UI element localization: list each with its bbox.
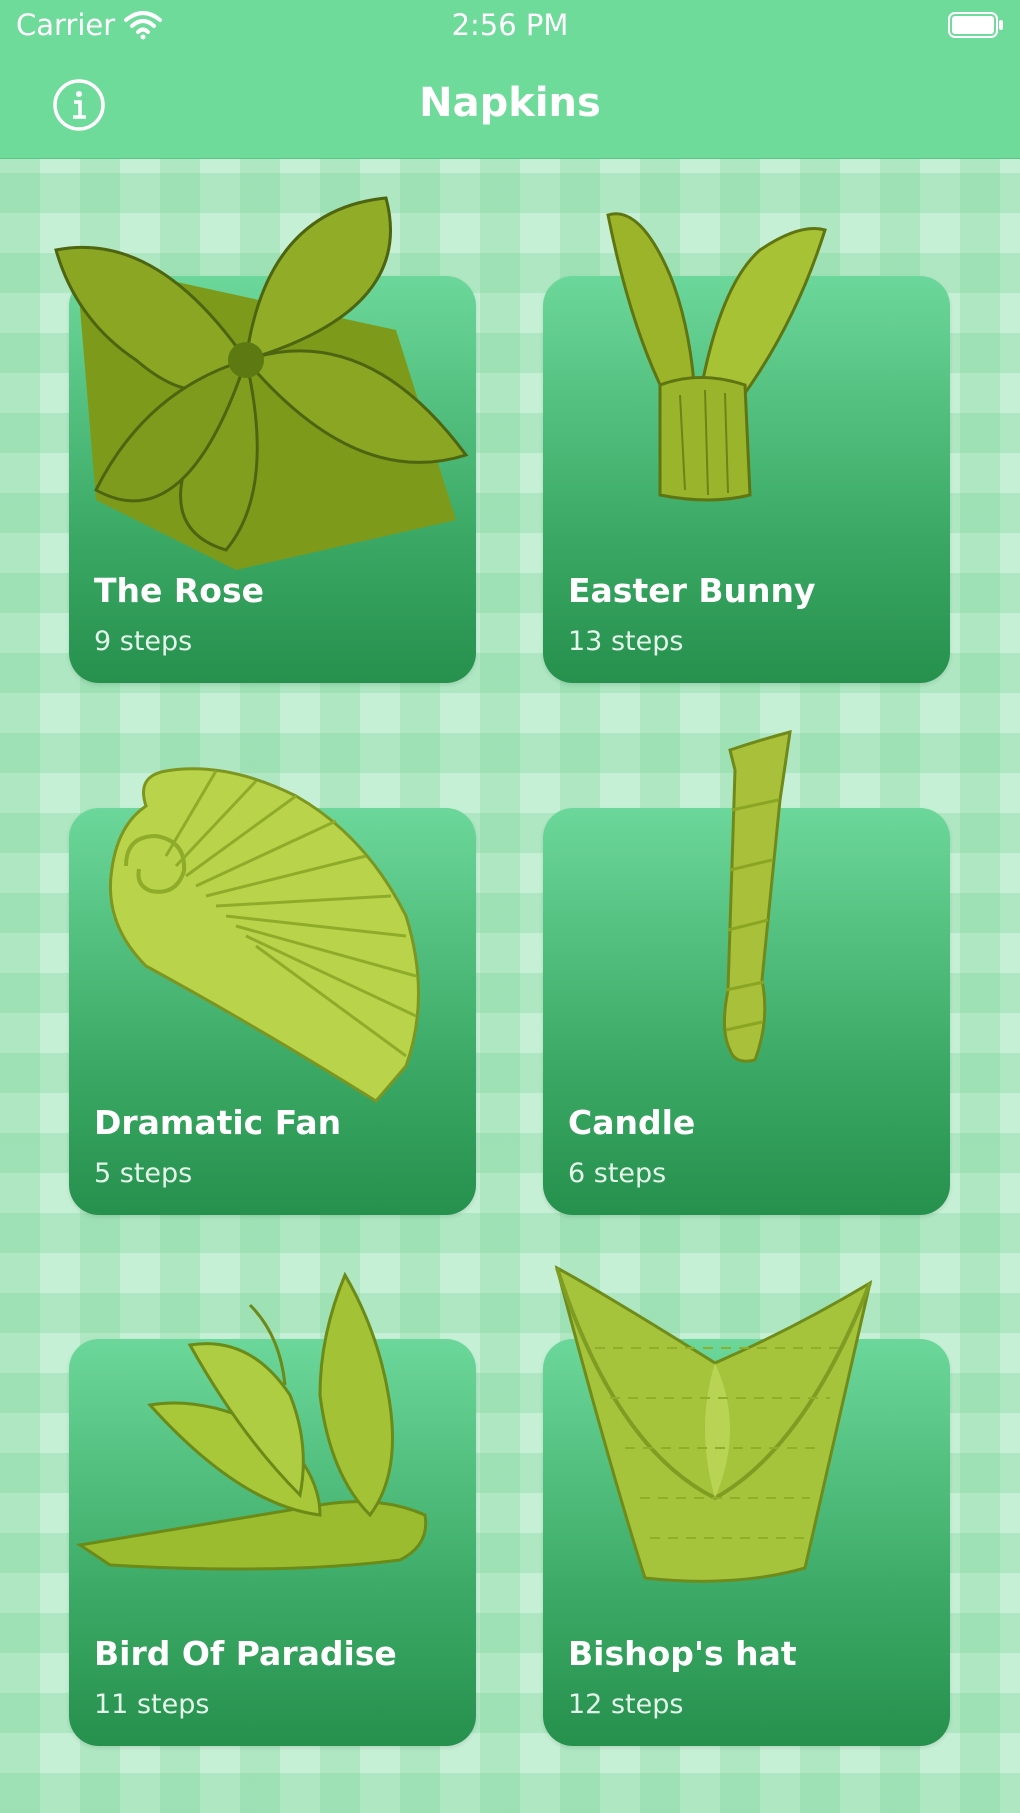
napkin-steps: 9 steps (94, 626, 193, 657)
napkin-steps: 13 steps (568, 626, 684, 657)
candle-napkin-image (723, 729, 792, 1063)
page-title: Napkins (419, 80, 601, 126)
bird-of-paradise-napkin-image (76, 1271, 428, 1571)
fan-napkin-image (108, 767, 420, 1103)
napkin-steps: 11 steps (94, 1689, 210, 1720)
bunny-napkin-image (606, 212, 827, 502)
status-time: 2:56 PM (451, 8, 569, 42)
napkin-title: Bishop's hat (568, 1634, 797, 1673)
napkin-title: Bird Of Paradise (94, 1634, 397, 1673)
status-bar: Carrier 2:56 PM (0, 0, 1020, 52)
napkin-steps: 12 steps (568, 1689, 684, 1720)
bishops-hat-napkin-image (554, 1265, 873, 1583)
napkin-steps: 5 steps (94, 1158, 193, 1189)
napkin-steps: 6 steps (568, 1158, 667, 1189)
napkin-title: Dramatic Fan (94, 1103, 342, 1142)
napkin-title: Easter Bunny (568, 571, 816, 610)
navigation-bar: Napkins (0, 52, 1020, 159)
battery-icon (948, 12, 1003, 38)
rose-napkin-image (54, 196, 469, 570)
napkin-title: Candle (568, 1103, 696, 1142)
